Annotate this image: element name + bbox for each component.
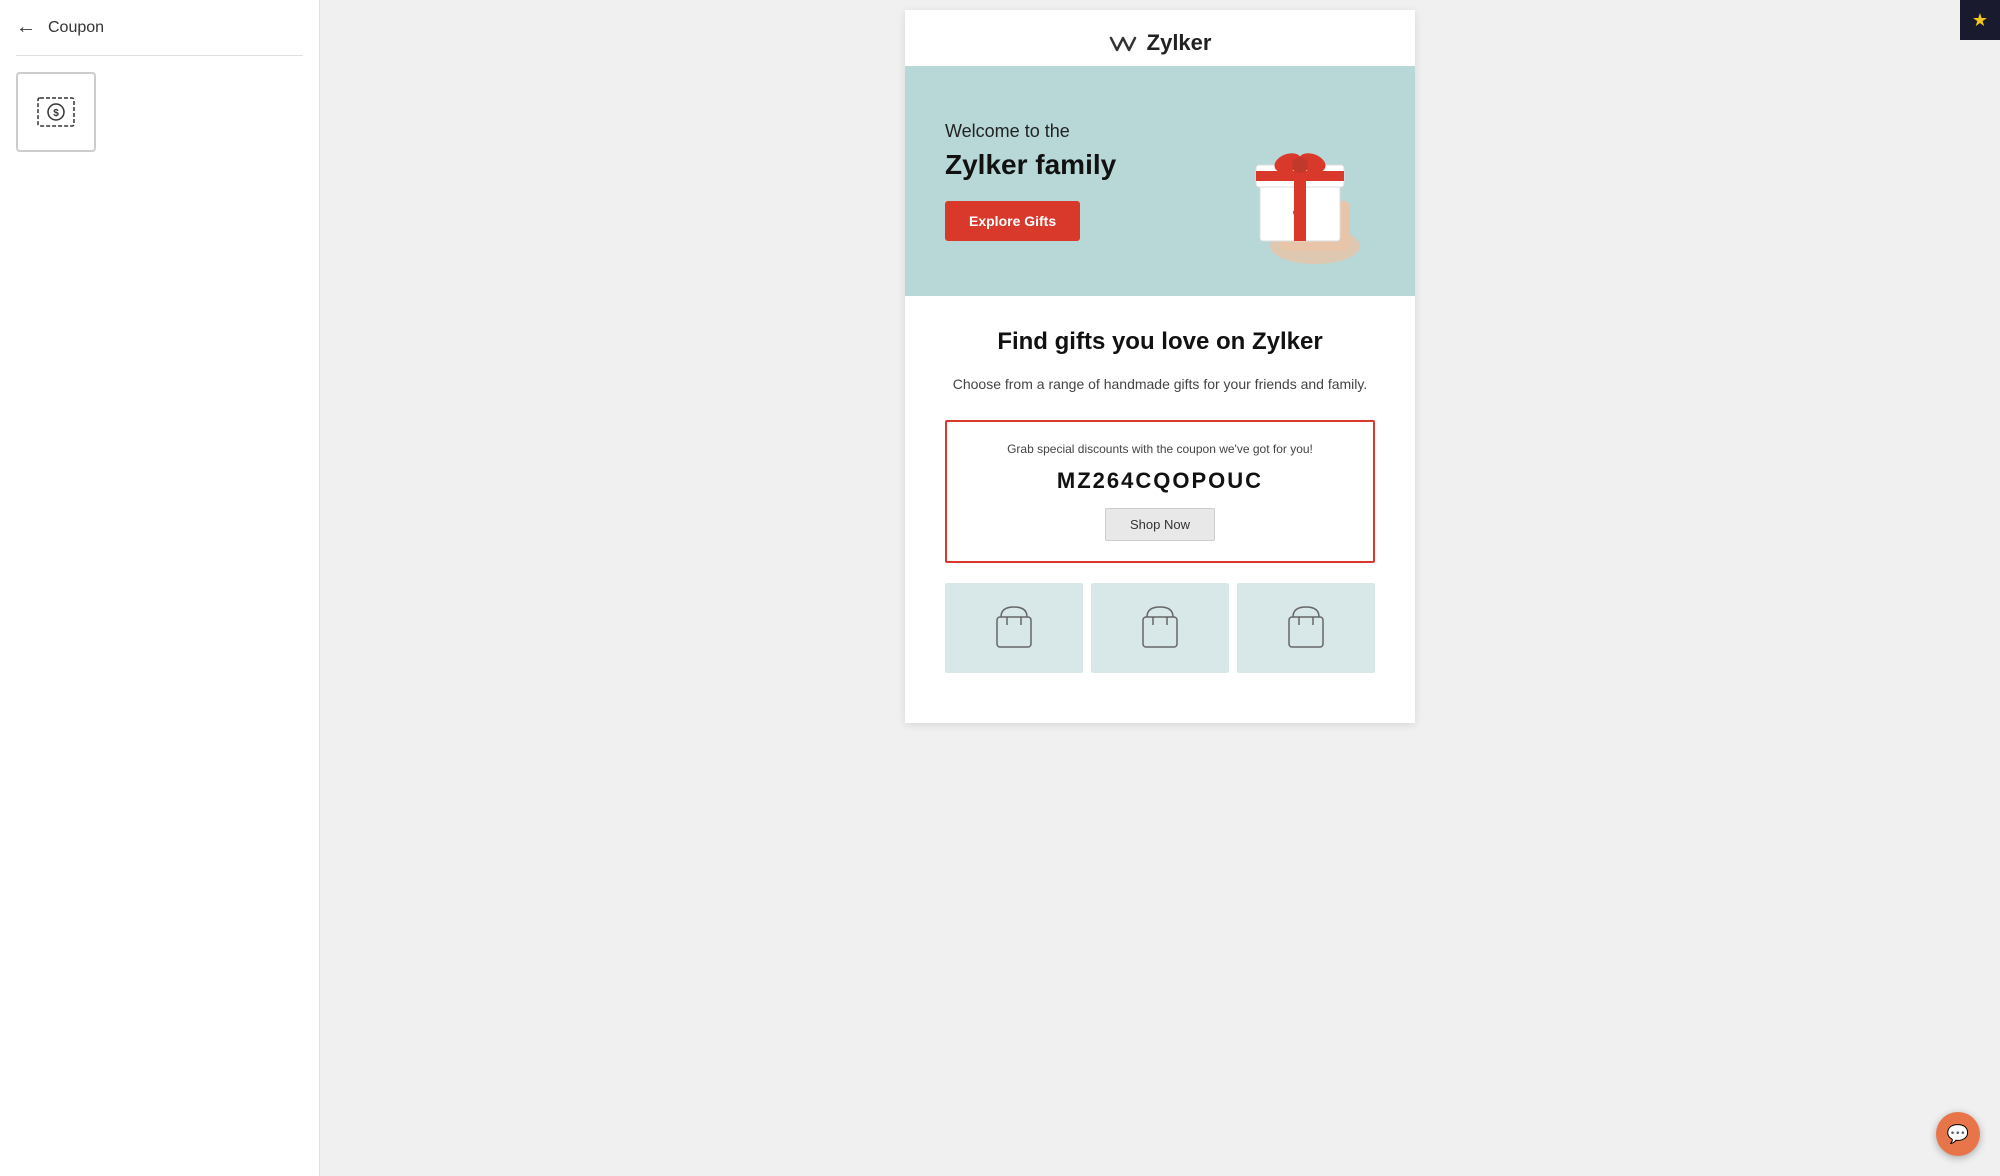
hero-subtitle: Welcome to the: [945, 121, 1116, 142]
coupon-code: MZ264CQOPOUC: [967, 468, 1353, 494]
bag-icon-2: [1135, 599, 1185, 657]
logo-text: Zylker: [1147, 30, 1212, 55]
email-logo: Zylker: [905, 10, 1415, 66]
gift-box-svg: ♥: [1220, 91, 1380, 271]
bag-grid: [945, 583, 1375, 693]
back-button[interactable]: ←: [16, 16, 36, 39]
logo-icon: [1109, 34, 1137, 54]
star-button[interactable]: ★: [1960, 0, 2000, 40]
svg-text:♥: ♥: [1292, 204, 1304, 226]
hero-title: Zylker family: [945, 148, 1116, 182]
coupon-template-thumbnail[interactable]: $: [16, 72, 96, 152]
gift-box-illustration: ♥: [1205, 86, 1395, 276]
chat-icon: 💬: [1947, 1124, 1969, 1145]
bag-item-1: [945, 583, 1083, 673]
sub-text: Choose from a range of handmade gifts fo…: [945, 373, 1375, 395]
sidebar: ← Coupon $: [0, 0, 320, 1176]
chat-button[interactable]: 💬: [1936, 1112, 1980, 1156]
bag-item-3: [1237, 583, 1375, 673]
hero-text-block: Welcome to the Zylker family Explore Gif…: [945, 121, 1116, 242]
email-body: Find gifts you love on Zylker Choose fro…: [905, 296, 1415, 723]
shop-now-button[interactable]: Shop Now: [1105, 508, 1215, 541]
main-heading: Find gifts you love on Zylker: [945, 326, 1375, 357]
bag-item-2: [1091, 583, 1229, 673]
bag-icon-1: [989, 599, 1039, 657]
sidebar-title: Coupon: [48, 19, 104, 37]
bag-icon-3: [1281, 599, 1331, 657]
email-preview: Zylker Welcome to the Zylker family Expl…: [905, 10, 1415, 723]
coupon-template-icon: $: [34, 90, 78, 134]
coupon-box: Grab special discounts with the coupon w…: [945, 420, 1375, 563]
star-icon: ★: [1972, 10, 1988, 31]
sidebar-header: ← Coupon: [16, 16, 303, 56]
main-content: ★ Zylker Welcome to the Zylker family Ex…: [320, 0, 2000, 1176]
hero-banner: Welcome to the Zylker family Explore Gif…: [905, 66, 1415, 296]
svg-text:$: $: [53, 108, 59, 119]
coupon-promo-text: Grab special discounts with the coupon w…: [967, 442, 1353, 456]
explore-gifts-button[interactable]: Explore Gifts: [945, 201, 1080, 241]
